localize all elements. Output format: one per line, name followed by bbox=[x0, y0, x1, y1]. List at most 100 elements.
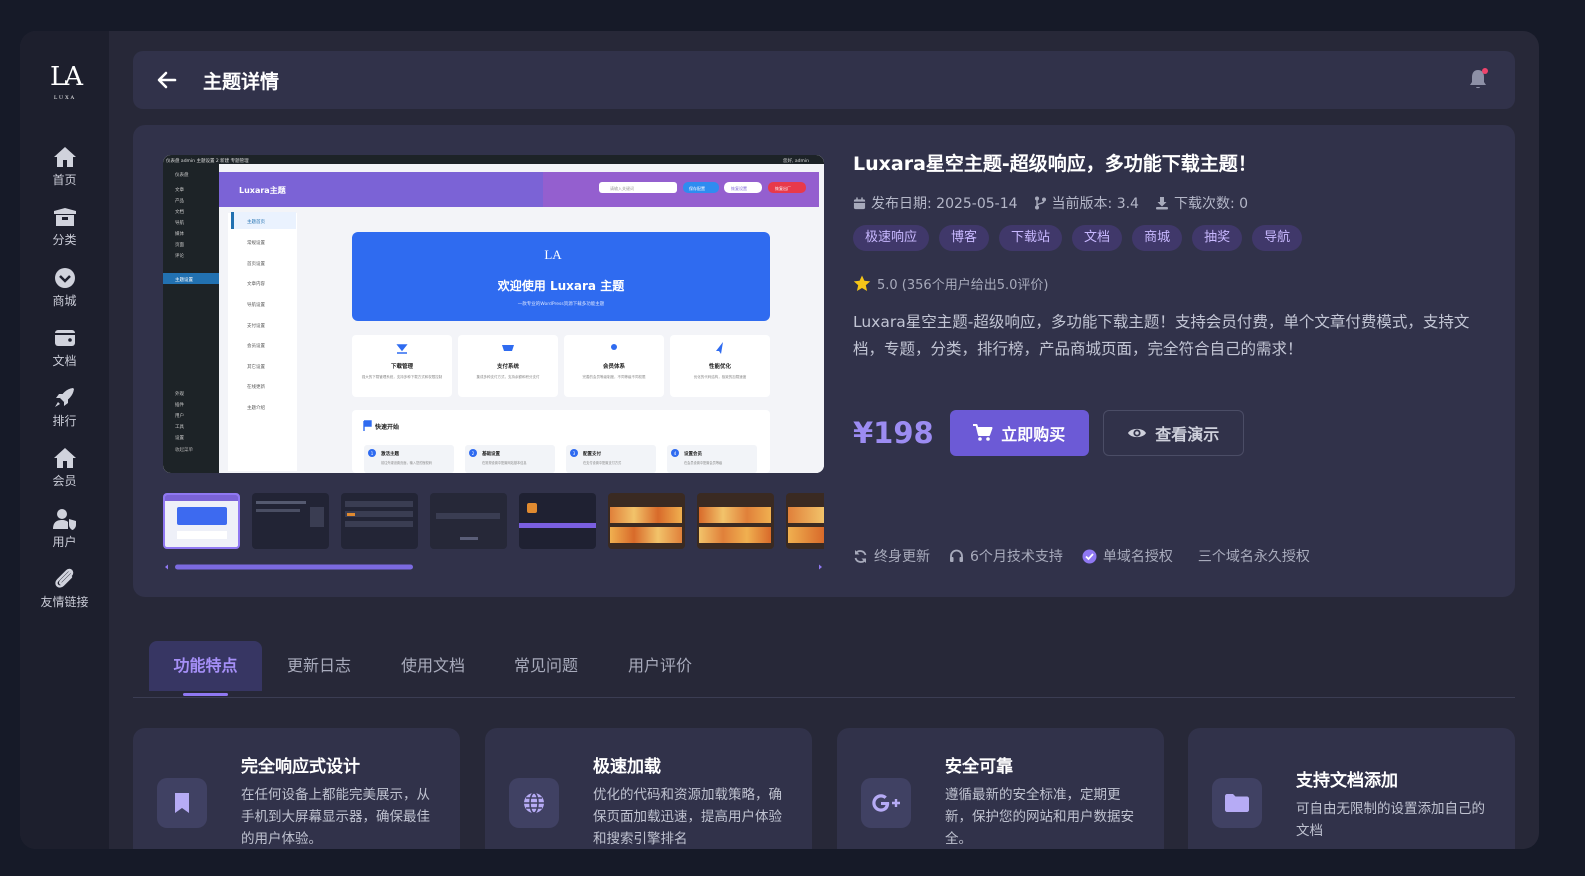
preview-menu-item: 文档 bbox=[175, 208, 184, 215]
folder-icon bbox=[1225, 794, 1249, 812]
view-demo-button[interactable]: 查看演示 bbox=[1102, 410, 1244, 456]
sidebar-item-member[interactable]: 会员 bbox=[20, 446, 109, 506]
check-circle-icon bbox=[1082, 549, 1097, 563]
sidebar-item-links[interactable]: 友情链接 bbox=[20, 567, 109, 627]
thumbnail-3[interactable] bbox=[341, 493, 418, 549]
thumbnail-2[interactable] bbox=[252, 493, 329, 549]
current-version: 当前版本: 3.4 bbox=[1034, 193, 1139, 213]
wallet-icon bbox=[54, 330, 75, 346]
preview-banner-subtitle: 一款专业的WordPress资源下载多功能主题 bbox=[518, 300, 605, 307]
main-preview-image[interactable]: 仪表盘 admin 主题设置 2 新建 专题管理 您好, admin Luxar… bbox=[163, 155, 824, 473]
sidebar-item-home[interactable]: 首页 bbox=[20, 145, 109, 205]
feature-card-docs: 支持文档添加 可自由无限制的设置添加自己的文档 bbox=[1188, 728, 1515, 849]
sidebar-item-user[interactable]: 用户 bbox=[20, 507, 109, 567]
cart-icon bbox=[973, 424, 993, 441]
user-shield-icon bbox=[52, 509, 76, 530]
tab-changelog[interactable]: 更新日志 bbox=[273, 641, 365, 691]
tag-item[interactable]: 博客 bbox=[939, 225, 990, 251]
buy-now-button[interactable]: 立即购买 bbox=[949, 410, 1089, 456]
product-card: 仪表盘 admin 主题设置 2 新建 专题管理 您好, admin Luxar… bbox=[133, 125, 1515, 597]
preview-submenu-item: 主题介绍 bbox=[247, 404, 265, 411]
feature-card-title: 支持文档添加 bbox=[1296, 771, 1398, 791]
view-demo-label: 查看演示 bbox=[1155, 425, 1220, 444]
feature-card-fast: 极速加载 优化的代码和资源加载策略，确保页面加载迅速，提高用户体验和搜索引擎排名 bbox=[485, 728, 812, 849]
feature-icon-box bbox=[861, 778, 911, 828]
sidebar-item-label: 商城 bbox=[52, 294, 77, 308]
purchase-row: ¥198 立即购买 查看演示 bbox=[853, 410, 1244, 456]
preview-submenu-item: 文章内容 bbox=[247, 280, 265, 287]
scrollbar-thumb[interactable] bbox=[175, 564, 413, 570]
preview-menu-item: 导航 bbox=[175, 219, 184, 226]
preview-step-title: 设置会员 bbox=[684, 450, 702, 457]
thumbnail-1[interactable] bbox=[163, 493, 240, 549]
thumbnail-4[interactable] bbox=[430, 493, 507, 549]
product-description: Luxara星空主题-超级响应，多功能下载主题！支持会员付费，单个文章付费模式，… bbox=[853, 313, 1470, 358]
site-logo[interactable]: LA LUXA bbox=[42, 57, 88, 103]
sidebar-item-label: 文档 bbox=[52, 354, 77, 368]
product-meta: 发布日期: 2025-05-14 当前版本: 3.4 下载次数: 0 bbox=[853, 193, 1493, 213]
rocket-icon bbox=[54, 388, 74, 407]
back-arrow-icon[interactable] bbox=[155, 68, 179, 92]
preview-card-title: 支付系统 bbox=[496, 362, 520, 370]
thumbnail-8[interactable] bbox=[786, 493, 824, 549]
preview-menu-item: 插件 bbox=[175, 401, 184, 408]
thumbnail-5[interactable] bbox=[519, 493, 596, 549]
feature-three-domains: 三个域名永久授权 bbox=[1198, 546, 1310, 566]
tab-reviews[interactable]: 用户评价 bbox=[614, 641, 706, 691]
feature-text: 终身更新 bbox=[874, 549, 930, 565]
preview-submenu-item: 会员设置 bbox=[247, 342, 265, 349]
branch-icon bbox=[1034, 196, 1046, 210]
tag-list: 极速响应 博客 下载站 文档 商城 抽奖 导航 bbox=[853, 225, 1493, 251]
google-plus-icon bbox=[872, 794, 900, 812]
preview-card-text: 优化的代码结构，极致的加载速度 bbox=[694, 374, 747, 379]
preview-step-number: 1 bbox=[371, 451, 374, 456]
version-text: 当前版本: 3.4 bbox=[1051, 196, 1139, 212]
download-icon bbox=[1155, 197, 1168, 210]
tab-faq[interactable]: 常见问题 bbox=[500, 641, 592, 691]
page-title: 主题详情 bbox=[203, 71, 280, 93]
preview-menu-item: 设置 bbox=[175, 434, 184, 441]
feature-text: 单域名授权 bbox=[1102, 549, 1173, 565]
preview-step-text: 在常规设置中配置网站基本信息 bbox=[482, 460, 527, 465]
preview-menu-item: 页面 bbox=[175, 242, 184, 248]
preview-btn: 恢复出厂 bbox=[775, 185, 791, 191]
tag-item[interactable]: 下载站 bbox=[999, 225, 1063, 251]
preview-card-text: 强大的下载管理系统，支持多种下载方式和权限控制 bbox=[362, 374, 443, 379]
preview-card-text: 集成多种支付方式，支持余额和积分支付 bbox=[477, 374, 540, 379]
sidebar-item-ranking[interactable]: 排行 bbox=[20, 386, 109, 446]
thumbnail-scrollbar[interactable] bbox=[163, 556, 824, 570]
preview-btn: 恢复设置 bbox=[731, 185, 747, 191]
tab-features[interactable]: 功能特点 bbox=[149, 641, 262, 696]
preview-step-number: 2 bbox=[472, 451, 475, 456]
sidebar-item-label: 用户 bbox=[52, 535, 77, 549]
sidebar-item-docs[interactable]: 文档 bbox=[20, 326, 109, 386]
sidebar-item-category[interactable]: 分类 bbox=[20, 205, 109, 265]
tab-docs[interactable]: 使用文档 bbox=[387, 641, 479, 691]
preview-step-text: 在会员设置中配置会员等级 bbox=[684, 460, 723, 465]
thumbnail-7[interactable] bbox=[697, 493, 774, 549]
users-icon bbox=[611, 344, 617, 350]
feature-card-title: 完全响应式设计 bbox=[241, 757, 360, 777]
app-window: LA LUXA 首页 分类 商城 文档 排行 会员 用户 友情链接 主题详情 仪… bbox=[20, 31, 1539, 849]
tag-item[interactable]: 文档 bbox=[1072, 225, 1123, 251]
scrollbar-track bbox=[165, 564, 822, 570]
sidebar-item-label: 排行 bbox=[52, 414, 77, 428]
sidebar-item-shop[interactable]: 商城 bbox=[20, 266, 109, 326]
thumbnail-6[interactable] bbox=[608, 493, 685, 549]
feature-card-text: 遵循最新的安全标准，定期更新，保护您的网站和用户数据安全。 bbox=[945, 787, 1134, 847]
chevron-circle-icon bbox=[54, 268, 75, 288]
preview-menu-item: 外观 bbox=[175, 390, 184, 397]
release-date: 发布日期: 2025-05-14 bbox=[853, 193, 1018, 213]
main-content: 主题详情 仪表盘 admin 主题设置 2 新建 专题管理 您好, admin … bbox=[133, 31, 1515, 849]
preview-menu-item: 主题设置 bbox=[175, 276, 193, 283]
sidebar: LA LUXA 首页 分类 商城 文档 排行 会员 用户 友情链接 bbox=[20, 31, 109, 849]
tag-item[interactable]: 抽奖 bbox=[1192, 225, 1243, 251]
service-features: 终身更新 6个月技术支持 单域名授权 三个域名永久授权 bbox=[853, 546, 1329, 566]
tag-item[interactable]: 商城 bbox=[1132, 225, 1183, 251]
tag-item[interactable]: 导航 bbox=[1252, 225, 1303, 251]
scroll-right-icon[interactable] bbox=[819, 564, 822, 570]
scroll-left-icon[interactable] bbox=[165, 564, 168, 570]
tag-item[interactable]: 极速响应 bbox=[853, 225, 930, 251]
bell-icon[interactable] bbox=[1466, 67, 1490, 91]
preview-card-title: 下载管理 bbox=[391, 362, 414, 370]
